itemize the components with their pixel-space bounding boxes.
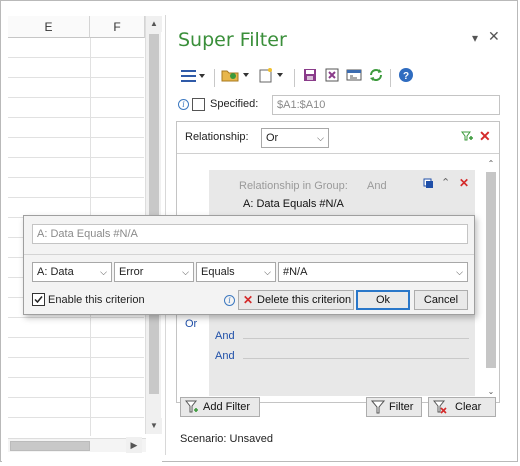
or-link[interactable]: Or: [185, 318, 197, 330]
info-icon: i: [224, 295, 235, 306]
filter-icon: [370, 400, 386, 420]
editor-divider: [24, 254, 474, 255]
delete-group-icon[interactable]: ✕: [459, 176, 469, 190]
value-select[interactable]: #N/A ⌵: [278, 262, 468, 282]
ok-button[interactable]: Ok: [356, 290, 410, 310]
relationship-value: Or: [266, 132, 279, 144]
add-filter-label: Add Filter: [203, 401, 251, 413]
collapse-icon[interactable]: ⌃: [441, 176, 450, 189]
range-field[interactable]: $A1:$A10: [272, 95, 500, 115]
refresh-icon[interactable]: [366, 67, 386, 89]
clear-button[interactable]: Clear: [428, 397, 496, 417]
relationship-select[interactable]: Or ⌵: [261, 128, 329, 148]
pane-menu-icon[interactable]: ▾: [472, 31, 478, 45]
filter-button[interactable]: Filter: [366, 397, 422, 417]
menu-icon[interactable]: [178, 67, 208, 89]
open-scenario-icon[interactable]: [220, 67, 252, 89]
criterion-placeholder-line[interactable]: [243, 358, 469, 359]
add-group-icon[interactable]: [461, 130, 473, 145]
close-icon[interactable]: ✕: [488, 28, 500, 45]
delete-criterion-button[interactable]: ✕ Delete this criterion: [238, 290, 354, 310]
type-select[interactable]: Error ⌵: [114, 262, 194, 282]
help-icon[interactable]: ?: [396, 67, 416, 89]
cancel-button[interactable]: Cancel: [414, 290, 468, 310]
toolbar-separator: [390, 69, 391, 87]
info-icon: i: [178, 99, 189, 110]
criterion-placeholder-line[interactable]: [243, 338, 469, 339]
add-filter-icon: [184, 400, 199, 420]
column-value: A: Data: [37, 266, 74, 278]
add-filter-button[interactable]: Add Filter: [180, 397, 260, 417]
enable-checkbox[interactable]: [32, 293, 45, 306]
scenario-value: Unsaved: [229, 433, 273, 445]
toolbar-separator: [214, 69, 215, 87]
copy-group-icon[interactable]: [423, 178, 434, 192]
chevron-down-icon: ⌵: [264, 267, 271, 277]
save-icon[interactable]: [300, 67, 320, 89]
column-header-f[interactable]: F: [90, 16, 145, 38]
new-scenario-icon[interactable]: [256, 67, 288, 89]
column-header-e[interactable]: E: [8, 16, 90, 38]
chevron-down-icon: ⌵: [456, 267, 463, 277]
enable-label[interactable]: Enable this criterion: [48, 294, 145, 306]
pane-title: Super Filter: [178, 29, 287, 51]
h-scroll-thumb[interactable]: [10, 441, 90, 451]
specified-row: i Specified: $A1:$A10: [176, 95, 502, 115]
clear-filter-icon: [432, 400, 447, 420]
group-relationship-value[interactable]: And: [367, 180, 387, 192]
scroll-thumb[interactable]: [149, 34, 159, 394]
filter-label: Filter: [389, 401, 414, 413]
group-criterion[interactable]: A: Data Equals #N/A: [243, 198, 344, 210]
relationship-label: Relationship:: [185, 131, 249, 143]
chevron-down-icon: ⌵: [182, 267, 189, 277]
criterion-editor: A: Data Equals #N/A A: Data ⌵ Error ⌵ Eq…: [23, 215, 475, 315]
checkmark-icon: [34, 296, 43, 304]
chevron-down-icon: ⌵: [100, 267, 107, 277]
and-link[interactable]: And: [215, 350, 235, 362]
criteria-scroll-thumb[interactable]: [486, 172, 496, 368]
type-value: Error: [119, 266, 144, 278]
operator-value: Equals: [201, 266, 235, 278]
scenario-status: Scenario: Unsaved: [180, 433, 273, 445]
scroll-up-icon[interactable]: ▲: [146, 16, 162, 32]
and-link[interactable]: And: [215, 330, 235, 342]
delete-label: Delete this criterion: [257, 294, 352, 306]
specified-checkbox[interactable]: [192, 98, 205, 111]
operator-select[interactable]: Equals ⌵: [196, 262, 276, 282]
clear-label: Clear: [455, 401, 482, 413]
chevron-down-icon: ⌵: [317, 133, 324, 143]
toolbar-separator: [294, 69, 295, 87]
value-text: #N/A: [283, 266, 308, 278]
delete-all-icon[interactable]: ✕: [479, 128, 491, 145]
group-relationship-label: Relationship in Group:: [239, 180, 348, 192]
window-frame: E F ▲ ▼ ▶ Super Filter ▾ ✕ ? i Specified…: [0, 0, 518, 462]
scenario-label: Scenario:: [180, 433, 227, 445]
column-select[interactable]: A: Data ⌵: [32, 262, 112, 282]
criteria-scrollbar[interactable]: ⌃ ⌄: [483, 156, 499, 402]
delete-icon: ✕: [243, 293, 254, 307]
specified-label: Specified:: [210, 98, 259, 110]
save-as-icon[interactable]: [322, 67, 342, 89]
svg-text:?: ?: [403, 71, 409, 82]
criterion-summary: A: Data Equals #N/A: [32, 224, 468, 244]
relationship-bar: Relationship: Or ⌵ ✕: [177, 122, 499, 154]
scroll-up-icon[interactable]: ⌃: [483, 156, 499, 172]
scroll-down-icon[interactable]: ▼: [146, 418, 162, 434]
manage-scenarios-icon[interactable]: [344, 67, 364, 89]
scroll-right-icon[interactable]: ▶: [126, 437, 142, 453]
